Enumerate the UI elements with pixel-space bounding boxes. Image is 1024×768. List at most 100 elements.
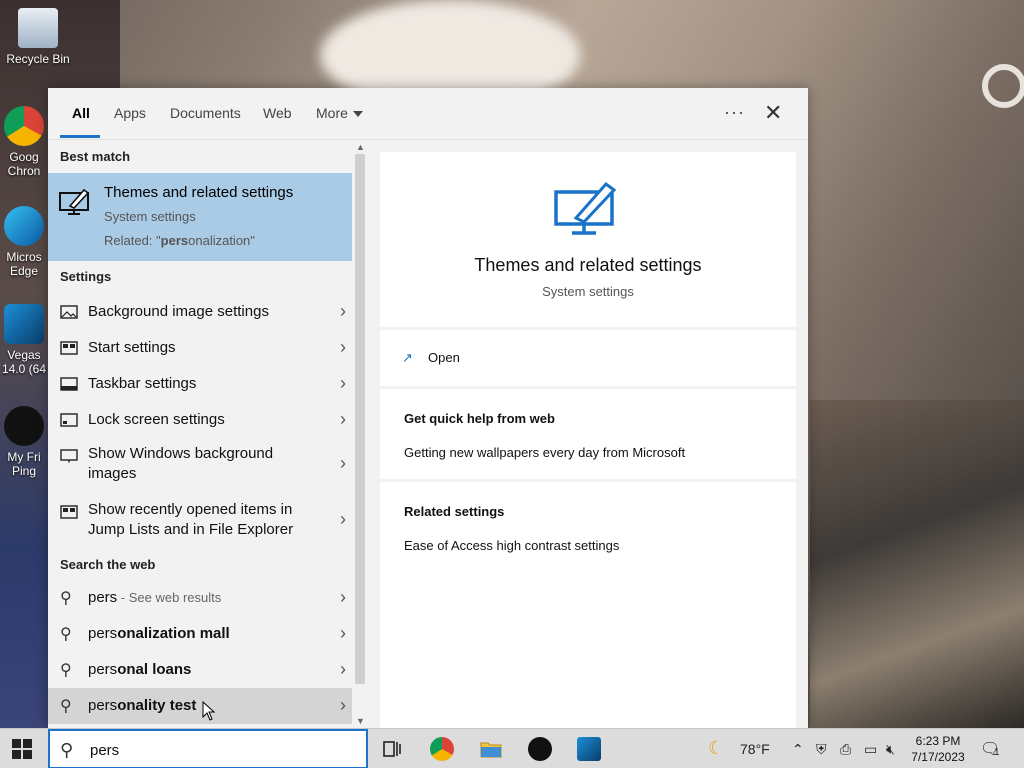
tab-all[interactable]: All: [72, 105, 90, 121]
picture-icon: [60, 305, 78, 319]
search-input[interactable]: [90, 739, 350, 761]
chevron-right-icon: ›: [340, 301, 346, 321]
tab-documents[interactable]: Documents: [170, 105, 241, 121]
taskbar-icon: [60, 377, 78, 391]
desktop-icon-edge[interactable]: Micros Edge: [0, 206, 52, 278]
desktop-icon-label: Goog Chron: [7, 150, 41, 178]
web-result-label: personalization mall: [88, 624, 318, 644]
web-query: pers: [88, 697, 118, 714]
lock-screen-icon: [60, 413, 78, 427]
chevron-right-icon: ›: [340, 587, 346, 607]
best-match-item[interactable]: Themes and related settings System setti…: [48, 173, 352, 261]
tab-web[interactable]: Web: [263, 105, 292, 121]
detail-subtitle: System settings: [542, 284, 634, 299]
results-scrollbar[interactable]: ▲ ▼: [352, 140, 368, 728]
quick-help-card: Get quick help from web Getting new wall…: [380, 389, 796, 479]
quick-help-link[interactable]: Getting new wallpapers every day from Mi…: [404, 445, 685, 460]
settings-item-jump-lists[interactable]: Show recently opened items in Jump Lists…: [48, 494, 352, 550]
web-result-personal-loans[interactable]: ⚲ personal loans ›: [48, 652, 352, 688]
settings-item-label: Background image settings: [88, 303, 269, 320]
chrome-icon[interactable]: [430, 737, 454, 761]
best-match-header: Best match: [60, 149, 131, 164]
weather-moon-icon[interactable]: ☾: [708, 738, 724, 759]
detail-header-card: Themes and related settings System setti…: [380, 152, 796, 327]
open-button[interactable]: ↗ Open: [402, 350, 460, 366]
system-clock[interactable]: 6:23 PM 7/17/2023: [906, 733, 970, 765]
scrollbar-thumb[interactable]: [355, 154, 365, 684]
desktop-icon-label: Micros Edge: [6, 250, 42, 278]
settings-item-background[interactable]: Background image settings ›: [48, 294, 352, 330]
web-result-personality-test[interactable]: ⚲ personality test ›: [48, 688, 352, 724]
web-query: pers: [88, 589, 118, 606]
web-result-personalization-mall[interactable]: ⚲ personalization mall ›: [48, 616, 352, 652]
desktop-icon-chrome[interactable]: Goog Chron: [0, 106, 52, 178]
search-panel: All Apps Documents Web More ··· ✕ Best m…: [48, 88, 808, 728]
penguin-icon[interactable]: [528, 737, 552, 761]
related-settings-header: Related settings: [404, 504, 505, 519]
related-rest: onalization": [188, 233, 255, 248]
taskbar-search-box[interactable]: ⚲: [48, 729, 368, 768]
desktop-icon-pingu[interactable]: My Fri Ping: [0, 406, 52, 478]
chevron-right-icon: ›: [340, 453, 346, 473]
open-label: Open: [428, 350, 460, 365]
task-view-icon[interactable]: [380, 737, 404, 761]
clock-date: 7/17/2023: [911, 750, 965, 764]
monitor-icon: [60, 449, 78, 463]
chevron-right-icon: ›: [340, 623, 346, 643]
desktop-icon-recycle-bin[interactable]: Recycle Bin: [2, 8, 74, 66]
network-icon[interactable]: ▭: [864, 741, 877, 758]
windows-logo-icon: [12, 739, 21, 748]
scroll-up-icon[interactable]: ▲: [356, 142, 365, 152]
related-match: pers: [160, 233, 189, 248]
web-suffix: onal loans: [117, 661, 192, 678]
penguin-icon: [4, 406, 44, 446]
chevron-right-icon: ›: [340, 659, 346, 679]
start-icon: [60, 505, 78, 519]
taskbar: ⚲ ☾ 78°F ⌃ ⛨ ⎙ ▭ 🔇︎ 6:23 PM 7/17/2023 🗨︎…: [0, 728, 1024, 768]
search-icon: ⚲: [60, 740, 74, 760]
chevron-right-icon: ›: [340, 373, 346, 393]
settings-item-label: Start settings: [88, 339, 176, 356]
related-settings-card: Related settings Ease of Access high con…: [380, 482, 796, 728]
tab-more[interactable]: More: [316, 105, 363, 121]
scroll-down-icon[interactable]: ▼: [356, 716, 365, 726]
meet-now-icon[interactable]: ⎙: [840, 741, 851, 758]
recycle-bin-icon: [18, 8, 58, 48]
web-query: pers: [88, 661, 118, 678]
detail-title: Themes and related settings: [474, 255, 702, 275]
settings-item-windows-background[interactable]: Show Windows background images ›: [48, 438, 352, 494]
security-shield-icon[interactable]: ⛨: [816, 741, 827, 758]
vegas-icon[interactable]: [577, 737, 601, 761]
start-button[interactable]: [12, 739, 32, 759]
web-result-pers[interactable]: ⚲ pers - See web results ›: [48, 580, 352, 616]
active-tab-indicator: [60, 135, 100, 138]
related-settings-link[interactable]: Ease of Access high contrast settings: [404, 538, 619, 553]
clock-time: 6:23 PM: [915, 734, 961, 748]
best-match-related: Related: "personalization": [104, 233, 255, 248]
desktop-icon-vegas[interactable]: Vegas 14.0 (64: [0, 304, 52, 376]
settings-header: Settings: [60, 269, 112, 284]
web-header: Search the web: [60, 557, 156, 572]
start-icon: [60, 341, 78, 355]
search-icon: ⚲: [60, 590, 72, 607]
ellipsis-icon[interactable]: ···: [724, 102, 745, 123]
web-query: pers: [88, 625, 118, 642]
weather-temp[interactable]: 78°F: [740, 741, 770, 757]
settings-item-lock-screen[interactable]: Lock screen settings ›: [48, 402, 352, 438]
quick-help-header: Get quick help from web: [404, 411, 555, 426]
show-hidden-icons-icon[interactable]: ⌃: [792, 741, 804, 758]
chrome-icon: [4, 106, 44, 146]
search-icon: ⚲: [60, 698, 72, 715]
settings-item-start[interactable]: Start settings ›: [48, 330, 352, 366]
tab-apps[interactable]: Apps: [114, 105, 146, 121]
close-icon[interactable]: ✕: [764, 100, 782, 126]
settings-item-label: Show recently opened items in Jump Lists…: [88, 501, 294, 538]
settings-item-label: Lock screen settings: [88, 411, 225, 428]
volume-muted-icon[interactable]: 🔇︎: [886, 741, 895, 758]
file-explorer-icon[interactable]: [479, 737, 503, 761]
related-prefix: Related: ": [104, 233, 161, 248]
settings-item-taskbar[interactable]: Taskbar settings ›: [48, 366, 352, 402]
notification-count-badge: 1: [994, 747, 1000, 758]
search-icon: ⚲: [60, 626, 72, 643]
web-suffix: onality test: [117, 697, 197, 714]
